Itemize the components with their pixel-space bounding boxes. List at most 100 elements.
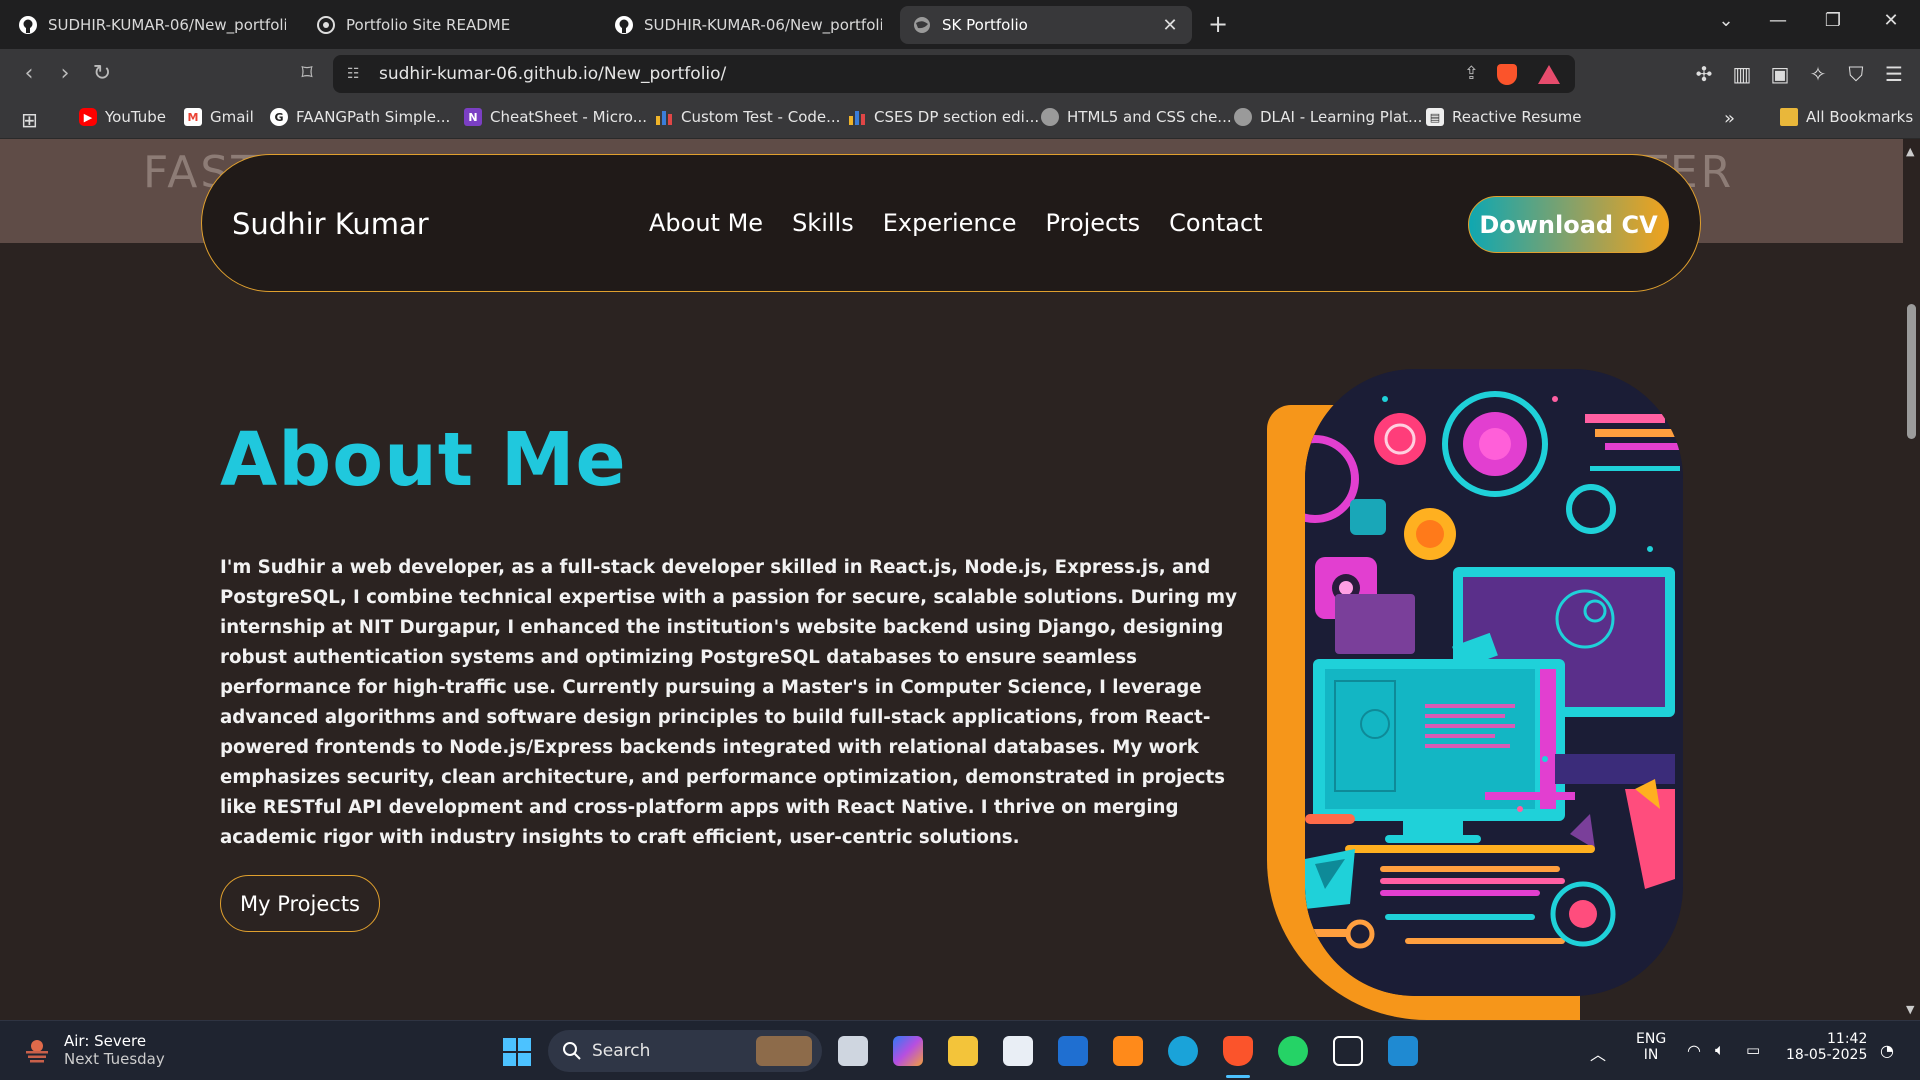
tab-readme[interactable]: Portfolio Site README: [304, 6, 596, 44]
menu-icon[interactable]: ☰: [1881, 62, 1907, 86]
language-indicator[interactable]: ENG IN: [1636, 1031, 1666, 1063]
wifi-icon[interactable]: ◠: [1687, 1041, 1701, 1060]
sublime-text-icon[interactable]: [1113, 1036, 1143, 1066]
task-view-icon[interactable]: [838, 1036, 868, 1066]
about-title: About Me: [220, 417, 627, 503]
bookmark-icon[interactable]: ⌑: [294, 61, 320, 86]
tab-strip: SUDHIR-KUMAR-06/New_portfolio: Portfolio…: [0, 0, 1920, 49]
bookmark-cheatsheet[interactable]: N CheatSheet - Micro...: [464, 108, 647, 126]
resume-icon: ▤: [1426, 108, 1444, 126]
brave-shield-icon[interactable]: [1497, 64, 1517, 85]
nav-experience[interactable]: Experience: [883, 209, 1017, 237]
edge-icon[interactable]: [1168, 1036, 1198, 1066]
scroll-thumb[interactable]: [1907, 304, 1916, 439]
all-bookmarks-label: All Bookmarks: [1806, 108, 1914, 126]
tray-chevron-icon[interactable]: ︿: [1590, 1041, 1606, 1065]
site-navbar: Sudhir Kumar About Me Skills Experience …: [201, 154, 1701, 292]
tab-github-2[interactable]: SUDHIR-KUMAR-06/New_portfolio:: [602, 6, 894, 44]
bar-chart-icon: [848, 108, 866, 126]
language-bottom: IN: [1643, 1047, 1659, 1063]
scroll-down-icon[interactable]: ▼: [1906, 1003, 1914, 1016]
search-highlight-icon: [756, 1036, 812, 1066]
copilot-icon[interactable]: [893, 1036, 923, 1066]
bookmark-html5[interactable]: HTML5 and CSS che...: [1041, 108, 1232, 126]
my-projects-button[interactable]: My Projects: [220, 875, 380, 932]
nav-projects[interactable]: Projects: [1046, 209, 1141, 237]
clock[interactable]: 11:42 18-05-2025: [1786, 1031, 1867, 1063]
volume-icon[interactable]: 🔈︎: [1715, 1040, 1725, 1060]
bookmark-reactive-resume[interactable]: ▤ Reactive Resume: [1426, 108, 1581, 126]
about-paragraph: I'm Sudhir a web developer, as a full-st…: [220, 557, 1237, 848]
site-brand[interactable]: Sudhir Kumar: [232, 207, 429, 241]
weather-haze-icon: [26, 1040, 48, 1063]
restore-icon[interactable]: ❐: [1821, 10, 1845, 31]
bookmark-label: Gmail: [210, 108, 254, 126]
github-icon: [19, 16, 37, 34]
weather-title: Air: Severe: [64, 1032, 147, 1050]
apps-icon[interactable]: ⊞: [21, 108, 38, 132]
globe-icon: [914, 17, 930, 33]
tab-search-chevron-icon[interactable]: ⌄: [1714, 10, 1738, 31]
bar-chart-icon: [655, 108, 673, 126]
close-icon[interactable]: ✕: [1160, 15, 1180, 36]
vscode-icon[interactable]: [1388, 1036, 1418, 1066]
new-tab-button[interactable]: +: [1208, 12, 1228, 36]
bookmark-label: FAANGPath Simple...: [296, 108, 451, 126]
tab-sk-portfolio[interactable]: SK Portfolio ✕: [900, 6, 1192, 44]
whatsapp-icon[interactable]: [1278, 1036, 1308, 1066]
outlook-icon[interactable]: [1058, 1036, 1088, 1066]
sidebar-icon[interactable]: ▥: [1729, 62, 1755, 86]
minimize-icon[interactable]: —: [1766, 10, 1790, 31]
audio-analyzer-icon[interactable]: [1333, 1036, 1363, 1066]
url-text[interactable]: sudhir-kumar-06.github.io/New_portfolio/: [379, 64, 726, 84]
address-bar[interactable]: ☷ sudhir-kumar-06.github.io/New_portfoli…: [333, 55, 1575, 93]
faangpath-icon: G: [270, 108, 288, 126]
extensions-icon[interactable]: ✣: [1691, 62, 1717, 86]
weather-widget[interactable]: Air: Severe Next Tuesday: [24, 1032, 165, 1068]
windows-taskbar: Air: Severe Next Tuesday Search ︿ ENG IN…: [0, 1020, 1920, 1080]
reload-icon[interactable]: ↻: [89, 61, 115, 86]
site-info-icon[interactable]: ☷: [347, 66, 367, 82]
microsoft-store-icon[interactable]: [1003, 1036, 1033, 1066]
file-explorer-icon[interactable]: [948, 1036, 978, 1066]
leo-ai-icon[interactable]: ✧: [1805, 62, 1831, 86]
taskbar-search[interactable]: Search: [548, 1030, 822, 1072]
forward-icon[interactable]: ›: [52, 61, 78, 86]
nav-contact[interactable]: Contact: [1169, 209, 1262, 237]
wallet-icon[interactable]: ▣: [1767, 62, 1793, 86]
window-close-icon[interactable]: ✕: [1879, 10, 1903, 31]
tab-github-1[interactable]: SUDHIR-KUMAR-06/New_portfolio:: [6, 6, 298, 44]
bookmark-gmail[interactable]: M Gmail: [184, 108, 254, 126]
bookmark-dlai[interactable]: DLAI - Learning Plat...: [1234, 108, 1422, 126]
back-icon[interactable]: ‹: [16, 61, 42, 86]
language-top: ENG: [1636, 1031, 1667, 1047]
gmail-icon: M: [184, 108, 202, 126]
tab-title: SUDHIR-KUMAR-06/New_portfolio:: [644, 16, 882, 34]
page-viewport: FAST TER Sudhir Kumar About Me Skills Ex…: [0, 139, 1903, 1020]
vpn-icon[interactable]: ⛉: [1843, 62, 1869, 86]
readme-icon: [317, 16, 335, 34]
nav-about-me[interactable]: About Me: [649, 209, 763, 237]
tab-title: SUDHIR-KUMAR-06/New_portfolio:: [48, 16, 286, 34]
clock-date: 18-05-2025: [1786, 1047, 1868, 1063]
folder-icon: [1780, 108, 1798, 126]
notifications-icon[interactable]: ◔: [1880, 1041, 1894, 1060]
download-cv-button[interactable]: Download CV: [1468, 196, 1669, 253]
battery-icon[interactable]: ▭: [1746, 1041, 1760, 1059]
bookmark-custom-test[interactable]: Custom Test - Code...: [655, 108, 840, 126]
bookmark-label: YouTube: [105, 108, 166, 126]
nav-skills[interactable]: Skills: [792, 209, 854, 237]
page-scrollbar[interactable]: ▲ ▼: [1903, 139, 1920, 1020]
bookmarks-overflow-button[interactable]: »: [1724, 108, 1735, 129]
brave-browser-icon[interactable]: [1223, 1036, 1253, 1066]
brave-rewards-icon[interactable]: [1538, 65, 1560, 84]
bookmark-faangpath[interactable]: G FAANGPath Simple...: [270, 108, 450, 126]
all-bookmarks[interactable]: All Bookmarks: [1780, 108, 1913, 126]
bookmark-youtube[interactable]: ▶ YouTube: [79, 108, 166, 126]
youtube-icon: ▶: [79, 108, 97, 126]
windows-start-icon[interactable]: [503, 1038, 531, 1066]
share-icon[interactable]: ⇪: [1464, 63, 1479, 84]
scroll-up-icon[interactable]: ▲: [1906, 145, 1914, 158]
bookmark-label: CheatSheet - Micro...: [490, 108, 648, 126]
bookmark-cses[interactable]: CSES DP section edi...: [848, 108, 1039, 126]
